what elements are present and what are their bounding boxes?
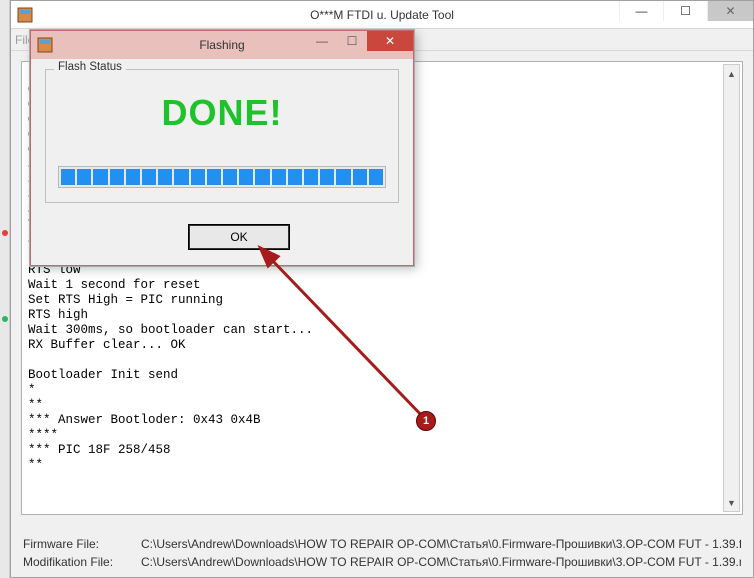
main-window-controls: — ☐ ✕ bbox=[619, 1, 753, 28]
maximize-button[interactable]: ☐ bbox=[663, 1, 707, 21]
modifikation-file-path: C:\Users\Andrew\Downloads\HOW TO REPAIR … bbox=[141, 555, 741, 569]
progress-segment bbox=[255, 169, 269, 185]
progress-segment bbox=[142, 169, 156, 185]
flash-status-text: DONE! bbox=[46, 92, 398, 134]
log-scrollbar[interactable]: ▲ ▼ bbox=[723, 64, 740, 512]
modifikation-file-label: Modifikation File: bbox=[23, 555, 123, 569]
dialog-icon bbox=[37, 37, 53, 53]
footer: Firmware File: C:\Users\Andrew\Downloads… bbox=[23, 533, 741, 569]
progress-segment bbox=[93, 169, 107, 185]
dialog-titlebar[interactable]: Flashing — ☐ ✕ bbox=[31, 31, 413, 59]
dialog-window-controls: — ☐ ✕ bbox=[307, 31, 413, 59]
dialog-close-button[interactable]: ✕ bbox=[367, 31, 413, 51]
progress-segment bbox=[304, 169, 318, 185]
firmware-file-path: C:\Users\Andrew\Downloads\HOW TO REPAIR … bbox=[141, 537, 741, 551]
progress-segment bbox=[77, 169, 91, 185]
progress-segment bbox=[320, 169, 334, 185]
progress-segment bbox=[126, 169, 140, 185]
flash-status-group: Flash Status DONE! bbox=[45, 69, 399, 203]
progress-segment bbox=[239, 169, 253, 185]
scroll-up-button[interactable]: ▲ bbox=[724, 65, 739, 82]
dialog-minimize-button[interactable]: — bbox=[307, 31, 337, 51]
progress-segment bbox=[110, 169, 124, 185]
app-icon bbox=[17, 7, 33, 23]
flash-status-label: Flash Status bbox=[54, 61, 126, 73]
firmware-file-label: Firmware File: bbox=[23, 537, 123, 551]
minimize-button[interactable]: — bbox=[619, 1, 663, 21]
scroll-down-button[interactable]: ▼ bbox=[724, 494, 739, 511]
progress-segment bbox=[191, 169, 205, 185]
progress-segment bbox=[288, 169, 302, 185]
dialog-maximize-button[interactable]: ☐ bbox=[337, 31, 367, 51]
progress-segment bbox=[174, 169, 188, 185]
progress-segment bbox=[272, 169, 286, 185]
background-red-dot bbox=[2, 230, 8, 236]
progress-segment bbox=[369, 169, 383, 185]
background-window-sliver bbox=[0, 0, 10, 578]
progress-segment bbox=[223, 169, 237, 185]
background-green-dot bbox=[2, 316, 8, 322]
progress-segment bbox=[158, 169, 172, 185]
progress-bar bbox=[58, 166, 386, 188]
progress-segment bbox=[207, 169, 221, 185]
close-button[interactable]: ✕ bbox=[707, 1, 753, 21]
ok-button[interactable]: OK bbox=[189, 225, 289, 249]
progress-segment bbox=[336, 169, 350, 185]
progress-segment bbox=[61, 169, 75, 185]
flashing-dialog: Flashing — ☐ ✕ Flash Status DONE! OK bbox=[30, 30, 414, 266]
main-titlebar[interactable]: O***M FTDI u. Update Tool — ☐ ✕ bbox=[11, 1, 753, 29]
progress-segment bbox=[353, 169, 367, 185]
annotation-marker-1: 1 bbox=[416, 411, 436, 431]
